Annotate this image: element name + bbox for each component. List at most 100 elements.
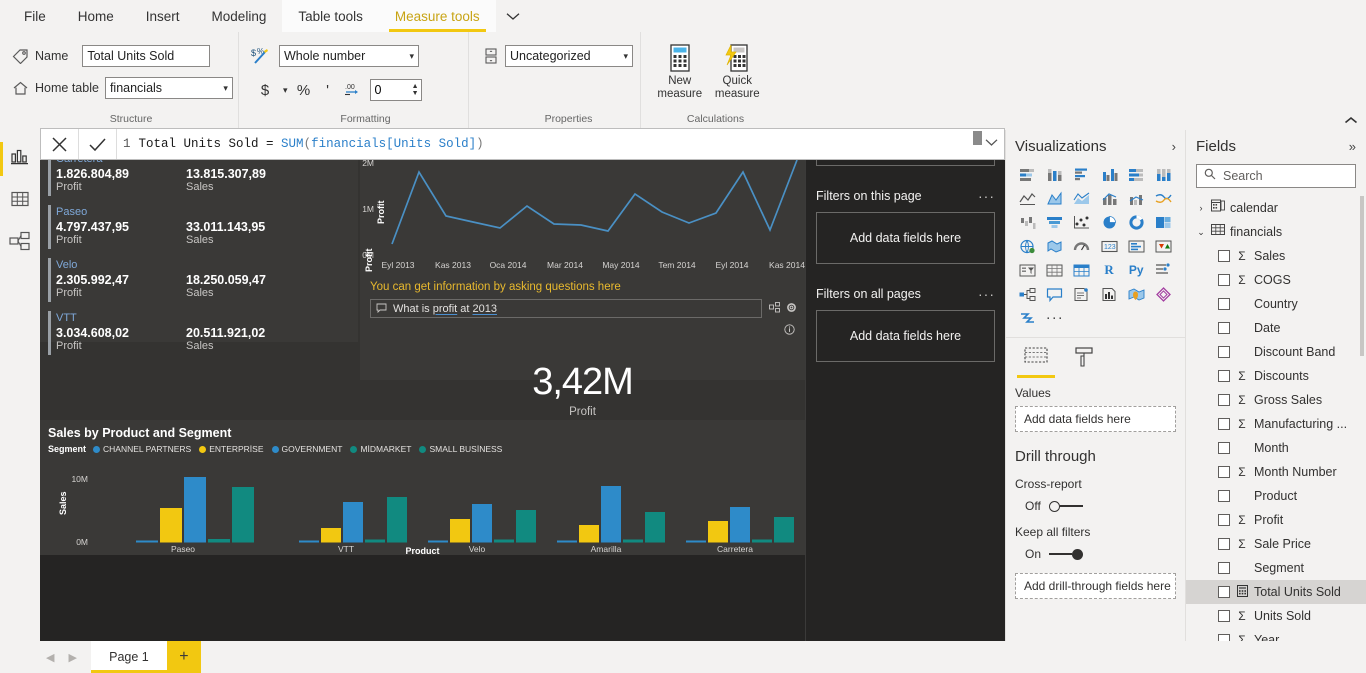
field-item-country[interactable]: Country: [1196, 292, 1356, 316]
field-item-segment[interactable]: Segment: [1196, 556, 1356, 580]
double-chevron-right-icon[interactable]: »: [1349, 139, 1356, 154]
field-checkbox[interactable]: [1218, 514, 1230, 526]
page-nav-arrows[interactable]: ◀ ▶: [0, 651, 91, 664]
ribbon-tab-measure-tools[interactable]: Measure tools: [378, 0, 496, 32]
field-checkbox[interactable]: [1218, 562, 1230, 574]
line-clustered-column-chart-icon[interactable]: [1124, 187, 1149, 209]
power-apps-icon[interactable]: [1151, 283, 1176, 305]
field-item-cogs[interactable]: Σ COGS: [1196, 268, 1356, 292]
cross-report-toggle-row[interactable]: Off: [1015, 499, 1176, 513]
fields-scrollbar[interactable]: [1360, 196, 1364, 356]
home-table-select[interactable]: financials ▾: [104, 77, 233, 99]
treemap-icon[interactable]: [1151, 211, 1176, 233]
100-stacked-column-chart-icon[interactable]: [1151, 163, 1176, 185]
map-icon[interactable]: [1015, 235, 1040, 257]
area-chart-icon[interactable]: [1042, 187, 1067, 209]
formula-expression[interactable]: 1 Total Units Sold = SUM(financials[Units…: [117, 129, 958, 159]
qna-visual-icon[interactable]: [1042, 283, 1067, 305]
drill-through-dropzone[interactable]: Add drill-through fields here: [1015, 573, 1176, 599]
field-checkbox[interactable]: [1218, 442, 1230, 454]
legend-item[interactable]: MİDMARKET: [350, 444, 411, 454]
bar-chart-visual[interactable]: Sales by Product and Segment Segment CHA…: [40, 420, 805, 556]
field-item-manufacturing-price[interactable]: Σ Manufacturing ...: [1196, 412, 1356, 436]
field-item-profit[interactable]: Σ Profit: [1196, 508, 1356, 532]
field-checkbox[interactable]: [1218, 250, 1230, 262]
multi-row-card-visual[interactable]: Carretera 1.826.804,89 Profit . 13.815.3…: [40, 130, 358, 355]
thousands-separator-button[interactable]: ': [316, 78, 340, 102]
ribbon-tab-modeling[interactable]: Modeling: [196, 0, 283, 32]
line-chart-icon[interactable]: [1015, 187, 1040, 209]
info-icon[interactable]: [784, 322, 795, 339]
fields-table-calendar[interactable]: › calendar: [1196, 196, 1356, 220]
ribbon-tab-table-tools[interactable]: Table tools: [282, 0, 379, 32]
qna-input-row[interactable]: What is profit at 2013: [360, 293, 805, 318]
field-checkbox[interactable]: [1218, 586, 1230, 598]
values-dropzone[interactable]: Add data fields here: [1015, 406, 1176, 432]
ribbon-tab-insert[interactable]: Insert: [130, 0, 196, 32]
scatter-chart-icon[interactable]: [1069, 211, 1094, 233]
chevron-down-icon[interactable]: [496, 0, 530, 32]
decimal-places-stepper[interactable]: 0 ▲ ▼: [369, 79, 422, 101]
field-item-total-units-sold[interactable]: Total Units Sold: [1186, 580, 1366, 604]
chevron-right-icon[interactable]: ›: [1172, 139, 1176, 154]
measure-name-input[interactable]: Total Units Sold: [82, 45, 211, 67]
line-stacked-column-chart-icon[interactable]: [1096, 187, 1121, 209]
field-item-product[interactable]: Product: [1196, 484, 1356, 508]
field-checkbox[interactable]: [1218, 538, 1230, 550]
funnel-chart-icon[interactable]: [1042, 211, 1067, 233]
field-checkbox[interactable]: [1218, 370, 1230, 382]
pin-visual-icon[interactable]: [769, 300, 780, 318]
fields-search-input[interactable]: Search: [1196, 164, 1356, 188]
formula-scrollbar[interactable]: [973, 131, 982, 145]
legend-item[interactable]: ENTERPRİSE: [199, 444, 264, 454]
legend-item[interactable]: GOVERNMENT: [271, 444, 342, 454]
field-item-year[interactable]: Σ Year: [1196, 628, 1356, 641]
field-item-units-sold[interactable]: Σ Units Sold: [1196, 604, 1356, 628]
paginated-report-icon[interactable]: [1096, 283, 1121, 305]
formula-commit-button[interactable]: [79, 129, 117, 159]
field-checkbox[interactable]: [1218, 418, 1230, 430]
qna-question-input[interactable]: What is profit at 2013: [370, 299, 762, 318]
field-item-gross-sales[interactable]: Σ Gross Sales: [1196, 388, 1356, 412]
qna-info-row[interactable]: [360, 318, 805, 340]
ellipsis-icon[interactable]: ···: [978, 286, 995, 302]
card-row[interactable]: Velo 2.305.992,47 Profit . 18.250.059,47…: [48, 253, 350, 306]
view-rail-data[interactable]: [0, 180, 40, 222]
smart-narrative-icon[interactable]: [1069, 283, 1094, 305]
field-item-date[interactable]: Date: [1196, 316, 1356, 340]
stepper-up-icon[interactable]: ▲: [412, 83, 419, 90]
stacked-area-chart-icon[interactable]: [1069, 187, 1094, 209]
ribbon-collapse-icon[interactable]: [1344, 114, 1358, 128]
formula-bar[interactable]: 1 Total Units Sold = SUM(financials[Units…: [40, 128, 1005, 160]
ribbon-chart-icon[interactable]: [1151, 187, 1176, 209]
field-item-sale-price[interactable]: Σ Sale Price: [1196, 532, 1356, 556]
formula-bar-controls[interactable]: [958, 129, 1004, 159]
field-checkbox[interactable]: [1218, 394, 1230, 406]
stacked-column-chart-icon[interactable]: [1042, 163, 1067, 185]
stacked-bar-chart-icon[interactable]: [1015, 163, 1040, 185]
formula-cancel-button[interactable]: [41, 129, 79, 159]
field-checkbox[interactable]: [1218, 490, 1230, 502]
gear-icon[interactable]: [786, 300, 797, 318]
new-measure-button[interactable]: New measure: [655, 40, 705, 101]
view-rail-model[interactable]: [0, 222, 40, 264]
card-icon[interactable]: 123: [1096, 235, 1121, 257]
filled-map-icon[interactable]: [1042, 235, 1067, 257]
field-item-sales[interactable]: Σ Sales: [1196, 244, 1356, 268]
view-rail-report[interactable]: [0, 138, 40, 180]
ribbon-tab-home[interactable]: Home: [62, 0, 130, 32]
python-visual-icon[interactable]: Py: [1124, 259, 1149, 281]
r-script-visual-icon[interactable]: R: [1096, 259, 1121, 281]
donut-chart-icon[interactable]: [1124, 211, 1149, 233]
filters-dropzone[interactable]: Add data fields here: [816, 310, 995, 362]
legend-item[interactable]: SMALL BUSİNESS: [419, 444, 502, 454]
gauge-icon[interactable]: [1069, 235, 1094, 257]
stepper-arrows[interactable]: ▲ ▼: [412, 80, 419, 100]
card-row[interactable]: VTT 3.034.608,02 Profit . 20.511.921,02 …: [48, 306, 350, 359]
field-checkbox[interactable]: [1218, 610, 1230, 622]
pie-chart-icon[interactable]: [1096, 211, 1121, 233]
chevron-right-icon[interactable]: ▶: [68, 651, 76, 664]
arcgis-map-icon[interactable]: [1124, 283, 1149, 305]
field-checkbox[interactable]: [1218, 466, 1230, 478]
kpi-icon[interactable]: [1151, 235, 1176, 257]
